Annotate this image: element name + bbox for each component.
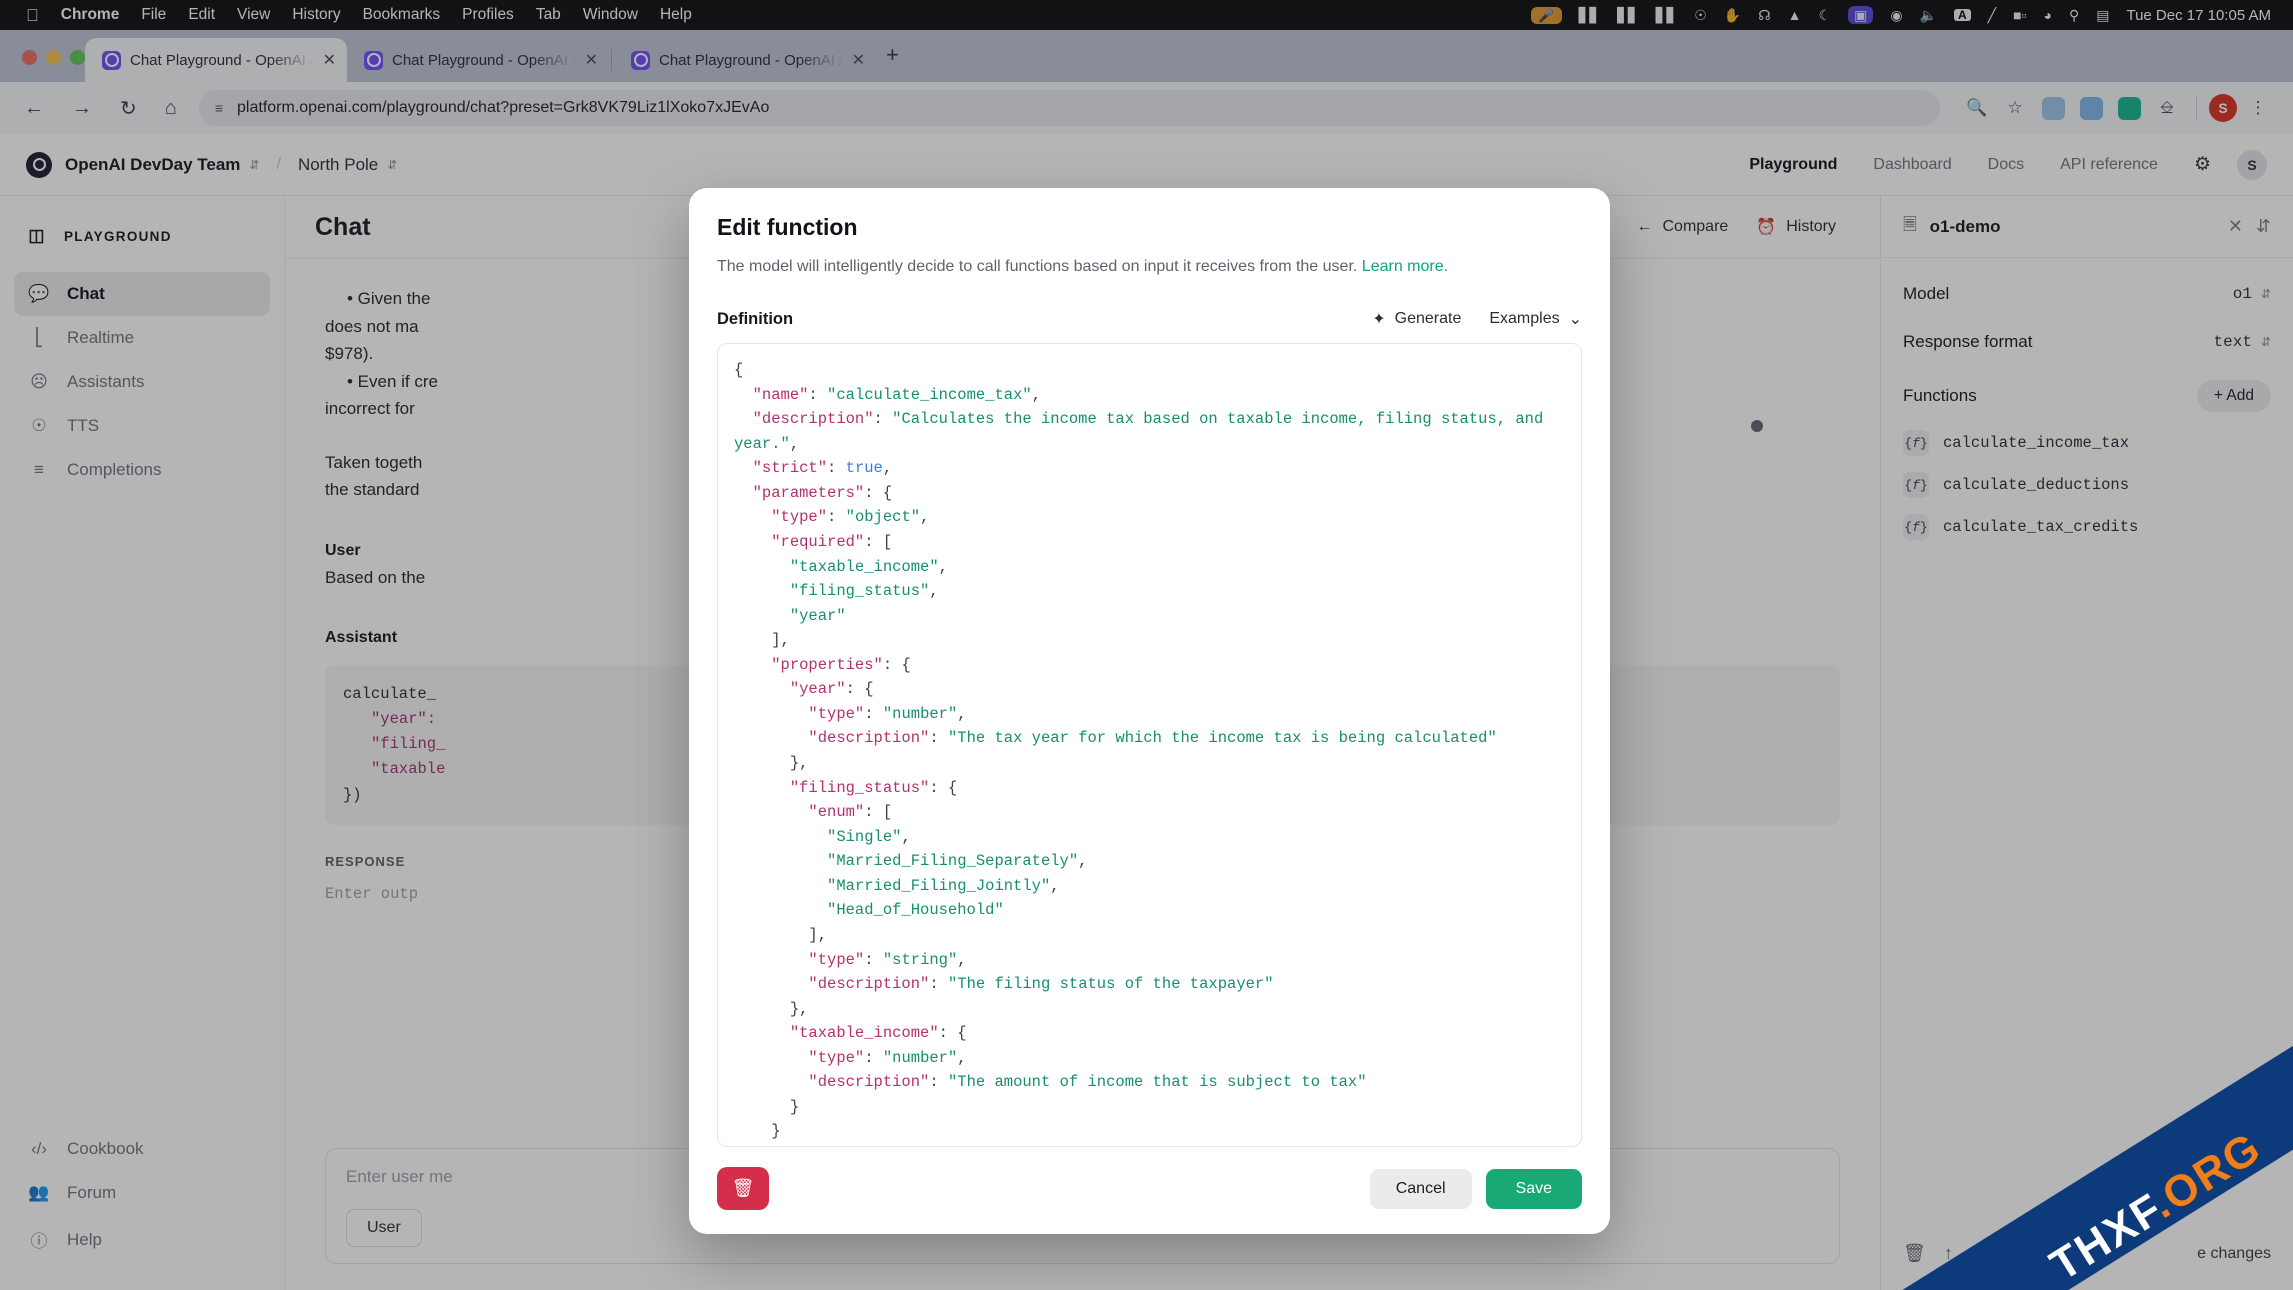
delete-function-button[interactable]: 🗑	[717, 1167, 769, 1210]
modal-header: Edit function The model will intelligent…	[689, 188, 1610, 329]
definition-label: Definition	[717, 309, 794, 328]
chevron-down-icon: ⌄	[1568, 311, 1582, 328]
modal-subtitle-text: The model will intelligently decide to c…	[717, 258, 1358, 275]
examples-label: Examples	[1489, 310, 1560, 327]
cancel-button[interactable]: Cancel	[1369, 1168, 1472, 1209]
definition-row: Definition ✦ Generate Examples ⌄	[717, 309, 1582, 329]
definition-editor[interactable]: { "name": "calculate_income_tax", "descr…	[717, 343, 1582, 1147]
screen:  Chrome File Edit View History Bookmark…	[0, 0, 2293, 1290]
generate-button[interactable]: ✦ Generate	[1372, 309, 1461, 329]
edit-function-modal: Edit function The model will intelligent…	[689, 188, 1610, 1234]
modal-title: Edit function	[717, 214, 858, 240]
sparkle-icon: ✦	[1372, 311, 1386, 328]
definition-json-code[interactable]: { "name": "calculate_income_tax", "descr…	[718, 344, 1581, 1146]
modal-footer: 🗑 Cancel Save	[689, 1147, 1610, 1234]
trash-icon: 🗑	[731, 1178, 755, 1198]
save-button[interactable]: Save	[1485, 1168, 1582, 1209]
learn-more-link[interactable]: Learn more.	[1362, 258, 1448, 275]
examples-dropdown[interactable]: Examples ⌄	[1489, 309, 1582, 329]
generate-label: Generate	[1394, 310, 1462, 327]
modal-subtitle: The model will intelligently decide to c…	[717, 255, 1582, 279]
